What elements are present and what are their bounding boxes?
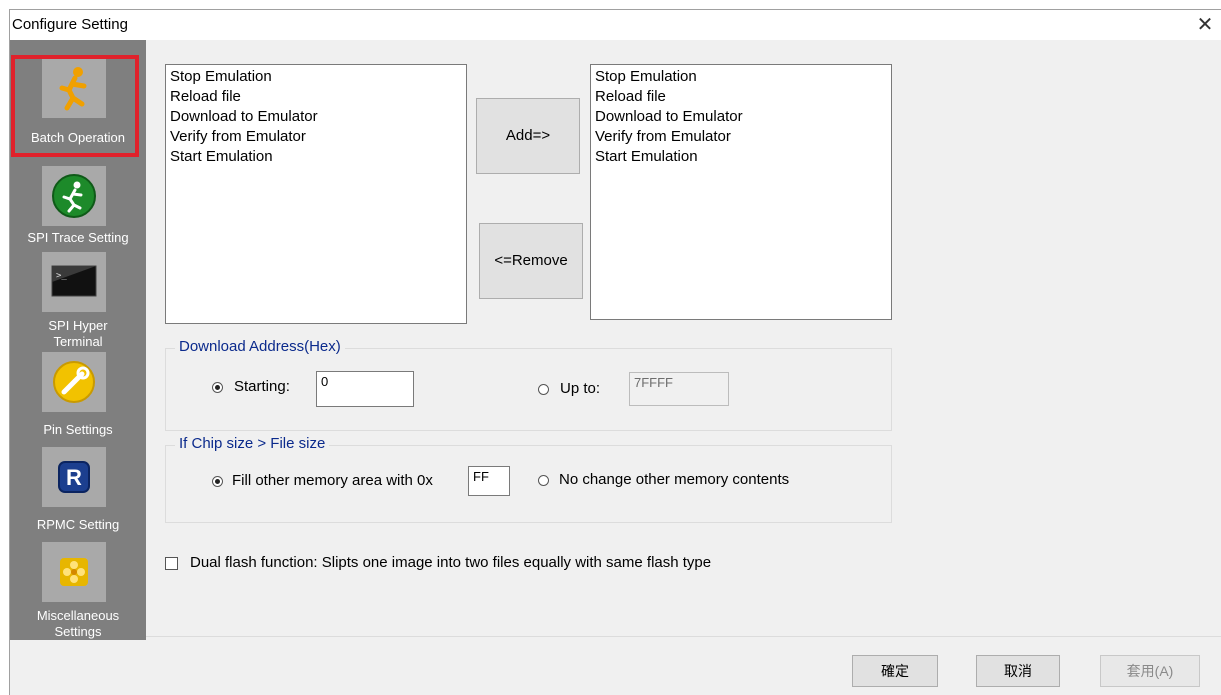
- dual-flash-label: Dual flash function: Slipts one image in…: [190, 554, 712, 571]
- upto-label: Up to:: [560, 380, 601, 397]
- terminal-icon: >_: [42, 252, 106, 312]
- chip-size-title: If Chip size > File size: [175, 435, 330, 452]
- sidebar-item-miscellaneous-settings[interactable]: Miscellaneous Settings: [10, 540, 146, 640]
- wrench-icon: [42, 352, 106, 412]
- list-item[interactable]: Start Emulation: [170, 147, 462, 167]
- batch-operation-list[interactable]: Stop Emulation Reload file Download to E…: [590, 64, 892, 320]
- list-item[interactable]: Reload file: [595, 87, 887, 107]
- divider: [146, 636, 1221, 637]
- sidebar-item-spi-trace-setting[interactable]: SPI Trace Setting: [10, 160, 146, 250]
- upto-radio[interactable]: [538, 384, 549, 395]
- flower-icon: [42, 542, 106, 602]
- no-change-label: No change other memory contents: [559, 471, 790, 488]
- upto-address-input[interactable]: 7FFFF: [629, 372, 729, 406]
- r-badge-icon: R: [42, 447, 106, 507]
- sidebar-item-label: SPI Hyper: [48, 318, 108, 333]
- add-button[interactable]: Add=>: [476, 98, 580, 174]
- svg-text:R: R: [66, 465, 82, 490]
- list-item[interactable]: Download to Emulator: [595, 107, 887, 127]
- source-operation-list[interactable]: Stop Emulation Reload file Download to E…: [165, 64, 467, 324]
- sidebar-item-label: Miscellaneous: [36, 608, 120, 623]
- no-change-radio[interactable]: [538, 475, 549, 486]
- sidebar-item-label: Terminal: [53, 334, 103, 349]
- list-item[interactable]: Reload file: [170, 87, 462, 107]
- sidebar-item-batch-operation[interactable]: Batch Operation: [10, 40, 146, 160]
- cancel-button[interactable]: 取消: [976, 655, 1060, 687]
- list-item[interactable]: Stop Emulation: [170, 67, 462, 87]
- list-item[interactable]: Verify from Emulator: [170, 127, 462, 147]
- sidebar-item-label: SPI Trace Setting: [27, 230, 129, 245]
- window-title: Configure Setting: [12, 16, 128, 33]
- list-item[interactable]: Verify from Emulator: [595, 127, 887, 147]
- sidebar: Batch Operation SPI Trace Setting >_ SPI…: [10, 40, 146, 640]
- selection-highlight: [11, 55, 139, 157]
- list-item[interactable]: Download to Emulator: [170, 107, 462, 127]
- sidebar-item-spi-hyper-terminal[interactable]: >_ SPI Hyper Terminal: [10, 250, 146, 350]
- close-icon[interactable]: ✕: [1193, 13, 1217, 37]
- ok-button[interactable]: 確定: [852, 655, 938, 687]
- svg-text:>_: >_: [56, 271, 67, 281]
- sidebar-item-label: Pin Settings: [43, 422, 113, 437]
- apply-button[interactable]: 套用(A): [1100, 655, 1200, 687]
- starting-label: Starting:: [234, 378, 290, 395]
- dual-flash-checkbox[interactable]: [165, 557, 178, 570]
- fill-memory-label: Fill other memory area with 0x: [232, 472, 433, 489]
- sidebar-item-pin-settings[interactable]: Pin Settings: [10, 350, 146, 445]
- list-item[interactable]: Start Emulation: [595, 147, 887, 167]
- remove-button[interactable]: <=Remove: [479, 223, 583, 299]
- sidebar-item-rpmc-setting[interactable]: R RPMC Setting: [10, 445, 146, 540]
- fill-value-input[interactable]: FF: [468, 466, 510, 496]
- configure-setting-dialog: Configure Setting ✕ Batch Operation SPI …: [9, 9, 1221, 695]
- sidebar-item-label: RPMC Setting: [36, 517, 120, 532]
- starting-radio[interactable]: [212, 382, 223, 393]
- fill-memory-radio[interactable]: [212, 476, 223, 487]
- download-address-title: Download Address(Hex): [175, 338, 345, 355]
- starting-address-input[interactable]: 0: [316, 371, 414, 407]
- title-bar: Configure Setting ✕: [10, 10, 1221, 40]
- sidebar-item-label: Settings: [54, 624, 102, 639]
- list-item[interactable]: Stop Emulation: [595, 67, 887, 87]
- green-runner-icon: [42, 166, 106, 226]
